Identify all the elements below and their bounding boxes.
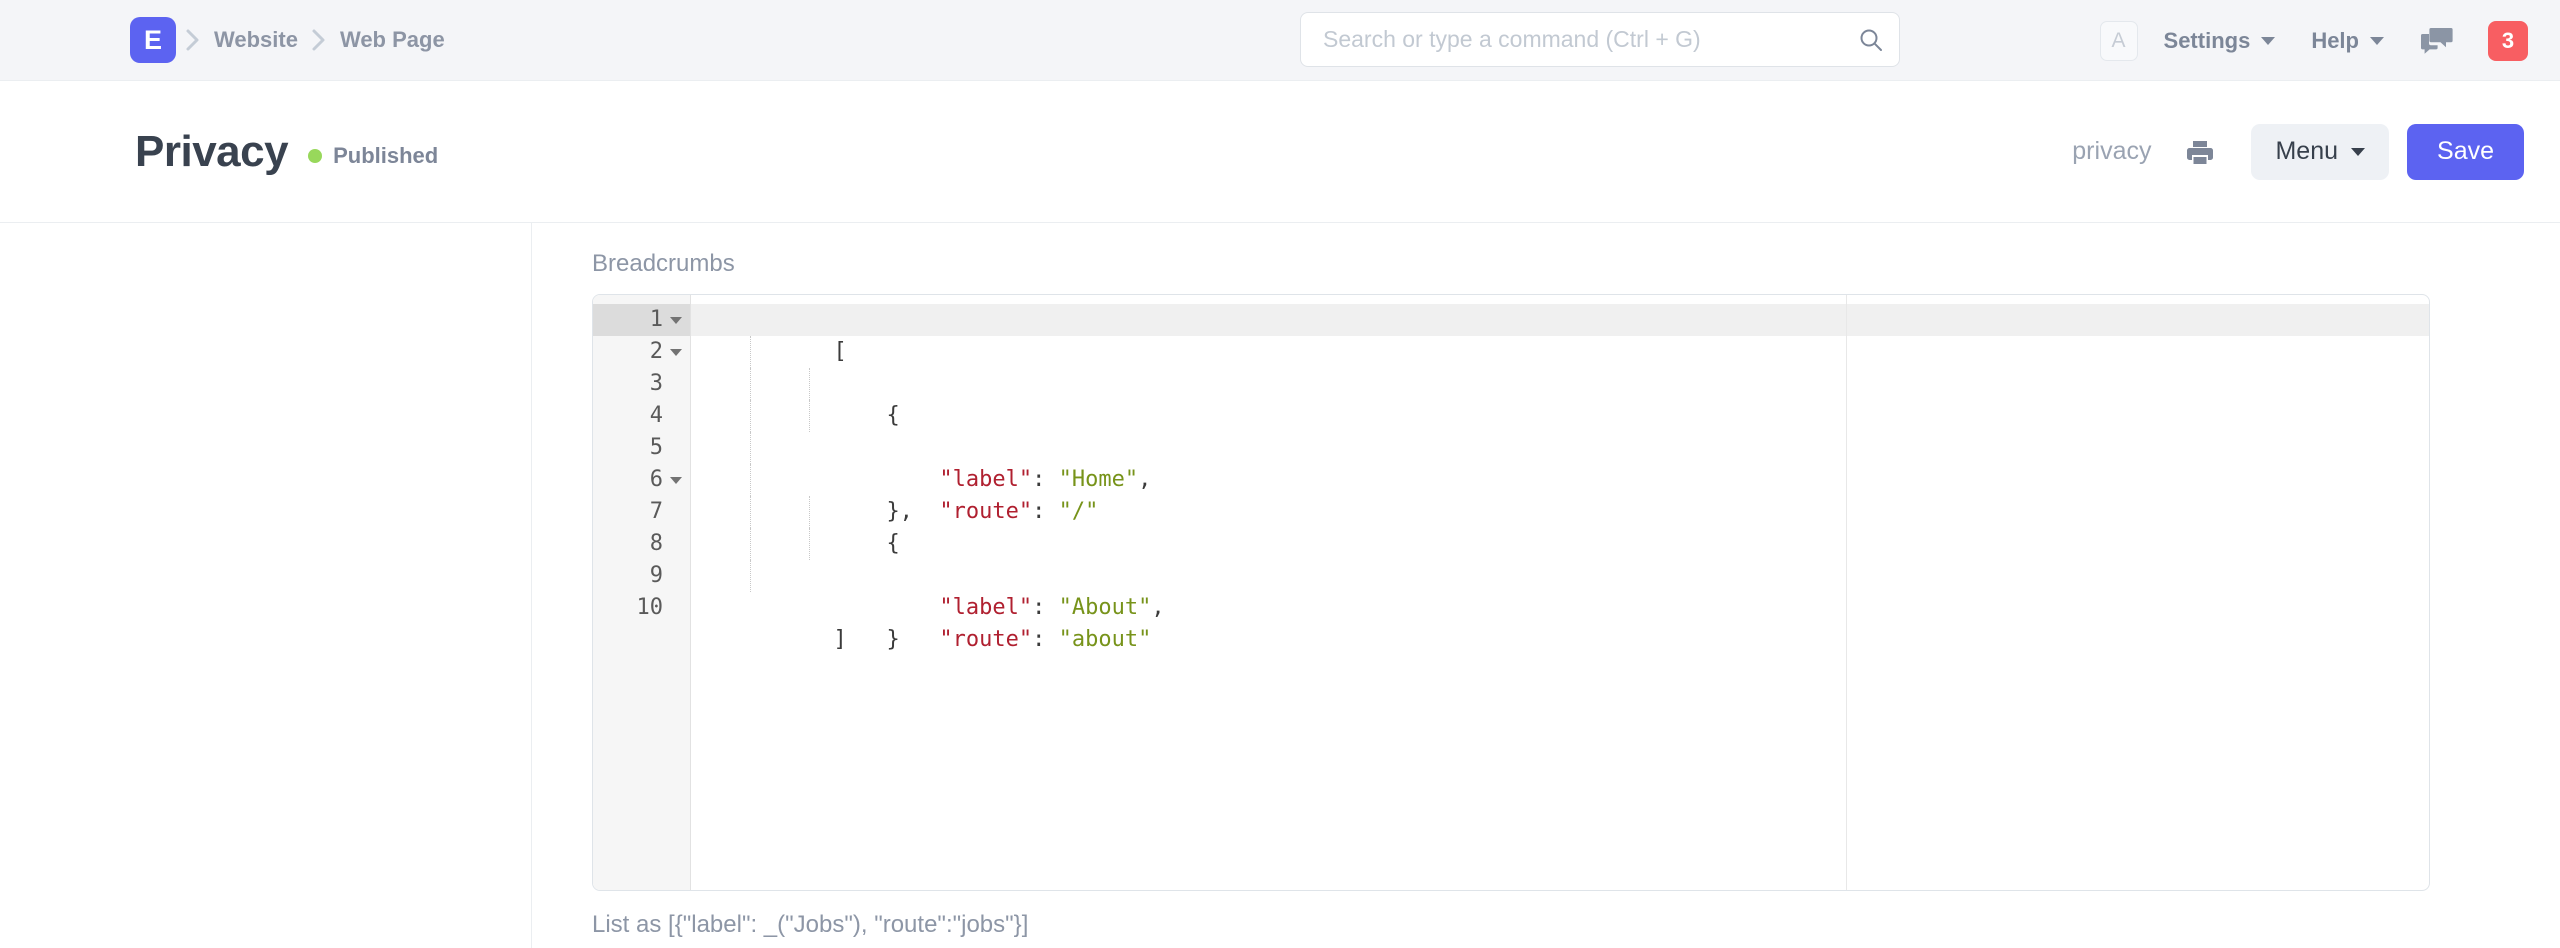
chevron-down-icon [2370,37,2384,45]
gutter-line-number: 2 [650,336,663,368]
code-token-key: "route" [939,627,1032,652]
fold-toggle-icon[interactable] [670,349,682,356]
top-navbar: E Website Web Page A Se [0,0,2560,81]
editor-content[interactable]: [ { "label": "Home", "route": "/" [691,295,2429,890]
gutter-line-number: 7 [650,496,663,528]
code-line: }, [691,432,2429,464]
fold-placeholder-icon [670,573,682,580]
gutter-line[interactable]: 4 [593,400,690,432]
form-sidebar-spacer [0,223,532,948]
code-line: "route": "/" [691,400,2429,432]
code-line: } [691,560,2429,592]
navbar-search [1300,12,1900,67]
field-help-text: List as [{"label": _("Jobs"), "route":"j… [592,909,2430,940]
gutter-line[interactable]: 2 [593,336,690,368]
gutter-line[interactable]: 3 [593,368,690,400]
gutter-line[interactable]: 6 [593,464,690,496]
save-button[interactable]: Save [2407,124,2524,180]
indent-guide [750,496,751,528]
code-line: "route": "about" [691,528,2429,560]
menu-button[interactable]: Menu [2251,124,2389,180]
search-icon[interactable] [1858,27,1884,53]
breadcrumb: E Website Web Page [130,17,449,63]
indent-guide [750,336,751,368]
gutter-line-number: 8 [650,528,663,560]
chevron-right-icon [176,23,210,57]
menu-button-label: Menu [2275,137,2338,166]
indent-guide [750,464,751,496]
fold-placeholder-icon [670,509,682,516]
gutter-line-number: 6 [650,464,663,496]
gutter-line-number: 3 [650,368,663,400]
code-line: { [691,464,2429,496]
fold-toggle-icon[interactable] [670,317,682,324]
indent-guide [750,560,751,592]
gutter-line[interactable]: 9 [593,560,690,592]
page-title: Privacy [135,130,288,174]
page-header: Privacy Published privacy Menu Save [0,81,2560,222]
code-token-punctuation: ] [833,627,846,652]
gutter-line-number: 4 [650,400,663,432]
page-header-left: Privacy Published [135,130,438,174]
breadcrumb-item-website[interactable]: Website [210,25,302,55]
gutter-line-number: 10 [637,592,664,624]
gutter-line[interactable]: 7 [593,496,690,528]
page-body: Breadcrumbs 1 2 3 4 [0,222,2560,948]
gutter-line[interactable]: 8 [593,528,690,560]
search-input[interactable] [1300,12,1900,67]
help-dropdown[interactable]: Help [2311,28,2384,54]
indent-guide [809,400,810,432]
chevron-down-icon [2261,37,2275,45]
gutter-line-number: 1 [650,304,663,336]
chevron-down-icon [2351,148,2365,156]
code-line: ] [691,592,2429,624]
code-token-punctuation: } [886,627,899,652]
notification-badge[interactable]: 3 [2488,21,2528,61]
code-line: "label": "About", [691,496,2429,528]
indent-guide [809,368,810,400]
navbar-right-actions: A Settings Help 3 [2100,0,2528,81]
page-route-label: privacy [2072,137,2151,166]
gutter-line-number: 9 [650,560,663,592]
gutter-line[interactable]: 1 [593,304,690,336]
fold-placeholder-icon [670,541,682,548]
form-column: Breadcrumbs 1 2 3 4 [532,223,2560,948]
code-editor-breadcrumbs[interactable]: 1 2 3 4 5 [592,294,2430,891]
code-token-string: "about" [1059,627,1152,652]
chevron-right-icon [302,23,336,57]
save-button-label: Save [2437,137,2494,166]
gutter-line[interactable]: 5 [593,432,690,464]
status-dot-icon [308,149,322,163]
status-label: Published [333,143,438,169]
indent-guide [750,528,751,560]
settings-dropdown-label: Settings [2164,28,2251,54]
code-line: "label": "Home", [691,368,2429,400]
app-logo-icon[interactable]: E [130,17,176,63]
gutter-line[interactable]: 10 [593,592,690,624]
breadcrumb-item-web-page[interactable]: Web Page [336,25,449,55]
indent-guide [750,432,751,464]
avatar[interactable]: A [2100,21,2138,61]
code-line: { [691,336,2429,368]
indent-guide [750,368,751,400]
indent-guide [750,400,751,432]
page-header-actions: privacy Menu Save [2072,81,2524,222]
code-line: [ [691,304,2429,336]
fold-placeholder-icon [670,413,682,420]
fold-placeholder-icon [670,381,682,388]
indent-guide [809,496,810,528]
comments-icon[interactable] [2420,26,2454,56]
fold-toggle-icon[interactable] [670,477,682,484]
status-badge: Published [308,143,438,169]
gutter-line-number: 5 [650,432,663,464]
help-dropdown-label: Help [2311,28,2359,54]
field-label-breadcrumbs: Breadcrumbs [592,248,2430,279]
printer-icon[interactable] [2185,137,2215,167]
editor-gutter: 1 2 3 4 5 [593,295,691,890]
fold-placeholder-icon [670,445,682,452]
settings-dropdown[interactable]: Settings [2164,28,2276,54]
fold-placeholder-icon [670,605,682,612]
indent-guide [809,528,810,560]
